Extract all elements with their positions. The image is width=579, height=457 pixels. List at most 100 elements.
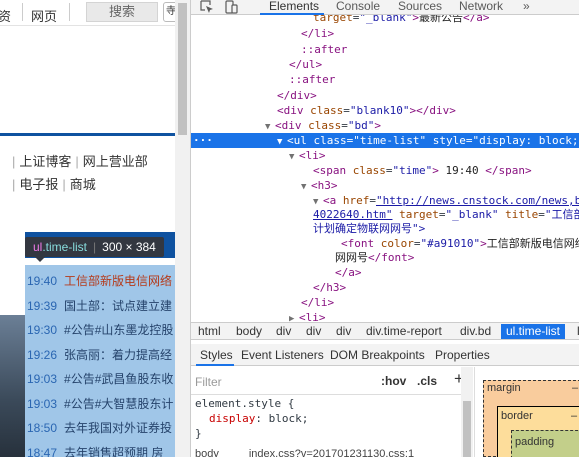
expand-arrow-icon[interactable]: ▶ [289, 312, 299, 322]
attr-name: class [308, 119, 342, 132]
tab-elements[interactable]: Elements [269, 0, 319, 14]
class-toggle[interactable]: .cls [417, 374, 437, 388]
breadcrumb-div[interactable]: div [331, 324, 356, 339]
breadcrumb-ul-time-list[interactable]: ul.time-list [501, 324, 566, 339]
box-model-margin: margin – border – padding [483, 380, 579, 457]
styles-scrollbar[interactable] [461, 367, 473, 457]
news-title[interactable]: 去年我国对外证券投 [64, 421, 172, 435]
news-item[interactable]: 19:26 张高丽：着力提高经 [27, 346, 175, 371]
dom-node[interactable]: <span class="time"> 19:40 </span> [191, 163, 579, 178]
news-item[interactable]: 18:50 去年我国对外证券投 [27, 419, 175, 444]
tooltip-class: .time-list [42, 240, 88, 254]
page-scrollbar-thumb[interactable] [178, 3, 187, 135]
dom-node[interactable]: ▶ <li> [191, 310, 579, 322]
news-item[interactable]: 19:30 #公告#山东墨龙控股 [27, 321, 175, 346]
tab-event-listeners[interactable]: Event Listeners [241, 348, 324, 362]
style-property[interactable]: display [209, 412, 255, 425]
style-value[interactable]: block; [269, 412, 309, 425]
dom-node-continued[interactable]: 计划确定物联网网号"> [191, 221, 579, 236]
dom-node-continued[interactable]: 4022640.htm" target="_blank" title="工信部 [191, 207, 579, 222]
tab-console[interactable]: Console [336, 0, 380, 14]
dom-node[interactable]: ▼ <li> [191, 148, 579, 163]
dom-node[interactable]: </li> [191, 295, 579, 310]
dom-node[interactable]: ▼ <div class="bd"> [191, 118, 579, 133]
attr-name: class [352, 164, 386, 177]
more-tabs-icon[interactable]: » [523, 0, 530, 14]
news-time: 19:39 [27, 298, 58, 313]
inspect-element-icon[interactable] [200, 0, 214, 14]
styles-subtab-bar: Styles Event Listeners DOM Breakpoints P… [191, 344, 579, 366]
top-nav-item[interactable]: 资 [0, 6, 11, 25]
attr-value: 计划确定物联网网号"> [313, 222, 426, 235]
link-mall[interactable]: 商城 [70, 177, 96, 192]
open-tag: <div [275, 119, 302, 132]
styles-filter-input[interactable]: Filter [195, 375, 222, 389]
styles-scrollbar-thumb[interactable] [463, 401, 471, 457]
breadcrumb-html[interactable]: html [193, 324, 226, 339]
closing-tag: </li> [301, 27, 335, 40]
dom-node[interactable]: <font color="#a91010">工信部新版电信网络 [191, 236, 579, 251]
page-scrollbar[interactable] [175, 0, 190, 457]
dom-node[interactable]: </h3> [191, 280, 579, 295]
attr-value: "工信部 [544, 208, 579, 221]
quick-links-row: | 电子报 | 商城 [8, 174, 148, 197]
attr-link[interactable]: "http://news.cnstock.com/news,b [376, 194, 579, 207]
breadcrumb-div-time-report[interactable]: div.time-report [361, 324, 447, 339]
dom-node[interactable]: </a> [191, 265, 579, 280]
dom-node-selected[interactable]: ··· ▼ <ul class="time-list" style="display… [191, 133, 579, 148]
dom-node[interactable]: </div> [191, 88, 579, 103]
attr-value: "display: block; [472, 134, 579, 147]
breadcrumb-div[interactable]: div [271, 324, 296, 339]
dom-node[interactable]: ▼ <a href="http://news.cnstock.com/news,b [191, 193, 579, 208]
news-item[interactable]: 19:39 国土部：试点建立建 [27, 297, 175, 322]
dom-node[interactable]: </ul> [191, 57, 579, 72]
tab-sources[interactable]: Sources [398, 0, 442, 14]
attr-name: href [342, 194, 370, 207]
link-shangzheng-blog[interactable]: 上证博客 [19, 154, 71, 169]
news-item[interactable]: 18:47 去年销售超预期 房 [27, 444, 175, 457]
next-rule: body index.css?v=201701231130.css:1 [195, 448, 414, 457]
news-item[interactable]: 19:40 工信部新版电信网络 [27, 272, 175, 297]
attr-link[interactable]: 4022640.htm" [313, 208, 392, 221]
attr-value: "bd" [347, 119, 375, 132]
tab-network[interactable]: Network [459, 0, 503, 14]
stylesheet-link[interactable]: index.css?v=201701231130.css:1 [249, 448, 414, 457]
attr-value: "blank10" [349, 104, 410, 117]
hover-state-toggle[interactable]: :hov [381, 374, 406, 388]
search-button[interactable]: 搜索 [86, 2, 158, 22]
news-item[interactable]: 19:03 #公告#武昌鱼股东收 [27, 370, 175, 395]
dom-node[interactable]: target="_blank">最新公告</a> [191, 15, 579, 25]
dom-node[interactable]: ▼ <h3> [191, 178, 579, 193]
dom-node[interactable]: </li> [191, 26, 579, 41]
tab-properties[interactable]: Properties [435, 348, 490, 362]
news-title[interactable]: #公告#大智慧股东计 [64, 397, 173, 411]
header-divider [0, 133, 175, 136]
device-toolbar-icon[interactable] [224, 0, 238, 14]
tab-styles[interactable]: Styles [200, 348, 233, 362]
border-label: border [501, 410, 533, 422]
link-online-office[interactable]: 网上营业部 [83, 154, 148, 169]
tab-dom-breakpoints[interactable]: DOM Breakpoints [330, 348, 425, 362]
link-e-paper[interactable]: 电子报 [19, 177, 58, 192]
news-title[interactable]: 张高丽：着力提高经 [64, 348, 172, 362]
news-item[interactable]: 19:03 #公告#大智慧股东计 [27, 395, 175, 420]
open-tag: <li> [299, 149, 326, 162]
dom-node[interactable]: <div class="blank10"></div> [191, 103, 579, 118]
news-title[interactable]: 国土部：试点建立建 [64, 299, 172, 313]
top-nav-item-webpage[interactable]: 网页 [31, 6, 57, 25]
style-declaration[interactable]: display: block; [209, 412, 308, 426]
breadcrumb-div-bd[interactable]: div.bd [455, 324, 496, 339]
dom-node-continued[interactable]: 网网号</font> [191, 250, 579, 265]
breadcrumb-body[interactable]: body [231, 324, 267, 339]
dom-node[interactable]: ::after [191, 42, 579, 57]
news-title[interactable]: 去年销售超预期 房 [64, 446, 163, 457]
news-title[interactable]: #公告#山东墨龙控股 [64, 323, 173, 337]
time-list: 19:40 工信部新版电信网络 19:39 国土部：试点建立建 19:30 #公告#山… [27, 272, 175, 457]
breadcrumb-div[interactable]: div [301, 324, 326, 339]
news-title[interactable]: 工信部新版电信网络 [64, 274, 172, 288]
devtools-tab-bar: Elements Console Sources Network » [191, 0, 579, 15]
breadcrumb-li[interactable]: li [572, 324, 579, 339]
dom-node[interactable]: ::after [191, 72, 579, 87]
node-actions-icon[interactable]: ··· [193, 133, 213, 148]
news-title[interactable]: #公告#武昌鱼股东收 [64, 372, 173, 386]
